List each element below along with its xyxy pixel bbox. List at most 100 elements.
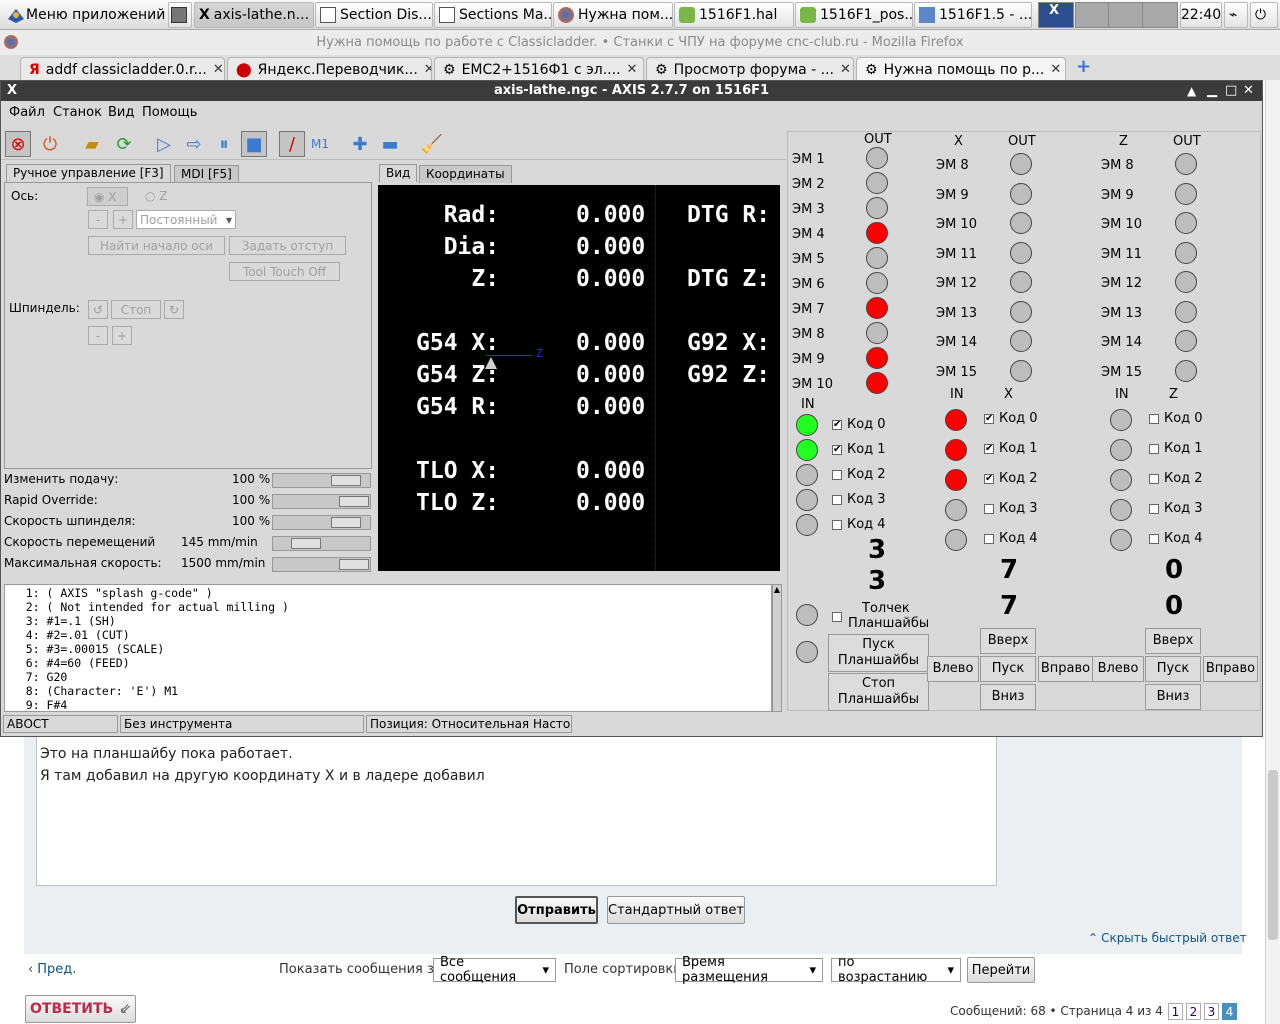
reply-button[interactable]: ОТВЕТИТЬ ⇙	[25, 995, 136, 1023]
jog-right-button[interactable]: Вправо	[1203, 656, 1258, 682]
spindle-minus-button[interactable]: -	[88, 326, 108, 345]
new-tab-icon[interactable]: +	[1076, 56, 1091, 77]
hide-quick-reply-link[interactable]: ⌃ Скрыть быстрый ответ	[1088, 931, 1247, 945]
prev-link[interactable]: ‹ Пред.	[28, 962, 76, 977]
slider-handle[interactable]	[339, 496, 369, 507]
zoom-out-icon[interactable]: ▬	[377, 131, 403, 157]
close-icon[interactable]: ✕	[627, 62, 638, 77]
home-axis-button[interactable]: Найти начало оси	[88, 236, 225, 255]
submit-button[interactable]: Отправить	[515, 896, 598, 924]
menu-machine[interactable]: Станок	[53, 105, 102, 120]
task-axis[interactable]: Xaxis-lathe.n...	[194, 2, 314, 28]
show-messages-select[interactable]: Все сообщения ▾	[433, 955, 556, 985]
tool-touch-off-button[interactable]: Tool Touch Off	[229, 262, 340, 281]
faceplate-start-button[interactable]: Пуск Планшайбы	[828, 634, 929, 672]
close-icon[interactable]: ✕	[1243, 81, 1254, 101]
tab-mdi[interactable]: MDI [F5]	[174, 165, 239, 183]
code-checkbox[interactable]: ✔	[832, 420, 842, 430]
jog-up-button[interactable]: Вверх	[980, 628, 1036, 654]
gcode-scrollbar[interactable]: ▲	[772, 584, 782, 712]
block-delete-icon[interactable]: /	[279, 131, 305, 157]
feed-override-slider[interactable]	[272, 473, 371, 488]
jog-plus-button[interactable]: +	[113, 210, 133, 229]
window-up-icon[interactable]: ▲	[1187, 81, 1196, 101]
tab-forum-view[interactable]: ⚙ Просмотр форума - ... ✕	[646, 57, 854, 81]
page-link-1[interactable]: 1	[1168, 1003, 1183, 1020]
clock[interactable]: 22:40	[1180, 2, 1222, 28]
task-folder[interactable]: 1516F1.5 - ...	[914, 2, 1032, 28]
code-checkbox[interactable]: ✔	[984, 444, 994, 454]
workspace-3[interactable]	[1108, 2, 1144, 28]
reply-textarea[interactable]: Это на планшайбу пока работает. Я там до…	[36, 736, 997, 886]
code-checkbox[interactable]	[984, 504, 994, 514]
code-checkbox[interactable]	[832, 495, 842, 505]
menu-file[interactable]: Файл	[9, 105, 45, 120]
code-checkbox[interactable]	[984, 534, 994, 544]
zoom-in-icon[interactable]: ✚	[347, 131, 373, 157]
page-link-4[interactable]: 4	[1222, 1003, 1237, 1020]
task-sections-ma[interactable]: Sections Ma...	[434, 2, 552, 28]
jog-down-button[interactable]: Вниз	[980, 684, 1036, 710]
open-file-icon[interactable]: ▰	[79, 131, 105, 157]
jog-right-button[interactable]: Вправо	[1038, 656, 1093, 682]
task-firefox[interactable]: Нужна пом...	[553, 2, 673, 28]
close-icon[interactable]: ✕	[213, 62, 224, 77]
slider-handle[interactable]	[291, 538, 321, 549]
slider-handle[interactable]	[331, 517, 361, 528]
menu-help[interactable]: Помощь	[142, 105, 197, 120]
workspace-4[interactable]	[1142, 2, 1178, 28]
code-checkbox[interactable]	[1149, 534, 1159, 544]
stop-icon[interactable]: ■	[241, 131, 267, 157]
tab-emc2[interactable]: ⚙ EMC2+1516Ф1 с эл.... ✕	[434, 57, 644, 81]
axis-z-radio[interactable]: ○ Z	[145, 189, 168, 203]
spindle-ccw-icon[interactable]: ↺	[88, 300, 108, 319]
code-checkbox[interactable]	[832, 470, 842, 480]
logout-tray[interactable]: ⏻	[1250, 2, 1278, 28]
page-link-2[interactable]: 2	[1186, 1003, 1201, 1020]
jog-up-button[interactable]: Вверх	[1145, 628, 1201, 654]
run-icon[interactable]: ▷	[151, 131, 177, 157]
jog-mode-select[interactable]: Постоянный ▾	[136, 210, 236, 229]
spindle-plus-button[interactable]: +	[112, 326, 132, 345]
jog-start-button[interactable]: Пуск	[980, 656, 1036, 682]
task-pos[interactable]: 1516F1_pos...	[795, 2, 913, 28]
close-icon[interactable]: ✕	[840, 62, 851, 77]
pause-icon[interactable]: ⏸	[211, 131, 237, 157]
tab-help-current[interactable]: ⚙ Нужна помощь по р... ✕	[856, 57, 1066, 81]
clear-plot-icon[interactable]: 🧹	[419, 131, 445, 157]
page-scrollbar[interactable]	[1265, 80, 1280, 1024]
code-checkbox[interactable]	[832, 520, 842, 530]
tab-dro[interactable]: Координаты	[419, 165, 512, 183]
show-desktop-button[interactable]	[168, 2, 192, 28]
spindle-override-slider[interactable]	[272, 515, 371, 530]
axis-x-radio[interactable]: ◉ X	[87, 187, 128, 206]
code-checkbox[interactable]: ✔	[984, 414, 994, 424]
code-checkbox[interactable]	[1149, 504, 1159, 514]
optional-stop-icon[interactable]: M1	[307, 131, 333, 157]
jog-down-button[interactable]: Вниз	[1145, 684, 1201, 710]
tab-classicladder[interactable]: Яaddf classicladder.0.r... ✕	[20, 57, 225, 81]
workspace-1[interactable]: X	[1038, 2, 1074, 28]
jog-minus-button[interactable]: -	[88, 210, 108, 229]
jog-left-button[interactable]: Влево	[927, 656, 979, 682]
tab-manual[interactable]: Ручное управление [F3]	[6, 164, 171, 182]
menu-view[interactable]: Вид	[108, 105, 134, 120]
task-hal[interactable]: 1516F1.hal	[674, 2, 794, 28]
code-checkbox[interactable]: ✔	[984, 474, 994, 484]
spindle-stop-button[interactable]: Стоп	[111, 300, 161, 319]
close-icon[interactable]: ✕	[424, 62, 431, 77]
minimize-icon[interactable]: ▁	[1207, 81, 1217, 101]
close-icon[interactable]: ✕	[1050, 62, 1061, 77]
code-checkbox[interactable]: ✔	[832, 445, 842, 455]
step-icon[interactable]: ⇨	[181, 131, 207, 157]
code-checkbox[interactable]	[1149, 474, 1159, 484]
jog-speed-slider[interactable]	[272, 536, 371, 551]
app-menu-button[interactable]: Меню приложений	[2, 2, 166, 28]
page-link-3[interactable]: 3	[1204, 1003, 1219, 1020]
network-tray[interactable]: ⌁	[1224, 2, 1248, 28]
slider-handle[interactable]	[339, 559, 369, 570]
scroll-up-icon[interactable]: ▲	[773, 585, 781, 599]
touch-off-button[interactable]: Задать отступ	[229, 236, 346, 255]
order-select[interactable]: по возрастанию ▾	[831, 955, 961, 985]
max-velocity-slider[interactable]	[272, 557, 371, 572]
